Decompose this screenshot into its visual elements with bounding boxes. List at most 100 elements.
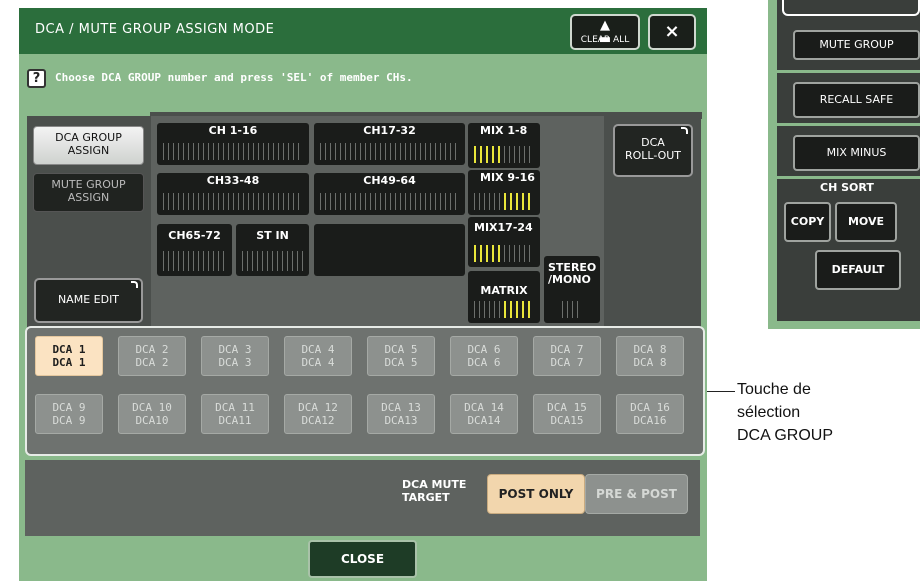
callout-line-3: DCA GROUP <box>737 427 834 444</box>
active-fader-icon <box>474 245 502 262</box>
channel-block-mix9-16[interactable]: MIX 9-16 <box>468 170 540 215</box>
dca-group-button[interactable]: DCA 11 DCA11 <box>201 394 269 434</box>
dca-group-button[interactable]: DCA 10 DCA10 <box>118 394 186 434</box>
dca-group-number: DCA 16 <box>630 401 670 414</box>
channel-block-label: MATRIX <box>480 284 528 297</box>
dca-group-button[interactable]: DCA 5 DCA 5 <box>367 336 435 376</box>
default-button[interactable]: DEFAULT <box>815 250 901 290</box>
dca-group-number: DCA 11 <box>215 401 255 414</box>
dca-group-button[interactable]: DCA 1 DCA 1 <box>35 336 103 376</box>
dca-group-button[interactable]: DCA 3 DCA 3 <box>201 336 269 376</box>
channel-block-label: CH49-64 <box>363 174 416 187</box>
dca-group-button[interactable]: DCA 2 DCA 2 <box>118 336 186 376</box>
channel-block-stereo-mono[interactable]: STEREO /MONO <box>544 256 600 323</box>
dca-group-number: DCA 8 <box>633 343 667 356</box>
dca-group-number: DCA 2 <box>135 343 169 356</box>
active-fader-icon <box>474 146 502 163</box>
ch-sort-label: CH SORT <box>820 181 874 194</box>
channel-block-label: MIX17-24 <box>474 221 533 234</box>
channel-block-mix1-8[interactable]: MIX 1-8 <box>468 123 540 168</box>
channel-block-ch17-32[interactable]: CH17-32 <box>314 123 465 165</box>
fader-strip-icon <box>504 245 534 262</box>
dca-rollout-label: DCA ROLL-OUT <box>624 136 682 162</box>
dca-group-number: DCA 3 <box>218 343 252 356</box>
clear-all-button[interactable]: ▲ ▬ CLEAR ALL <box>570 14 640 50</box>
dca-group-number: DCA 6 <box>467 343 501 356</box>
dca-group-button[interactable]: DCA 7 DCA 7 <box>533 336 601 376</box>
dca-group-button[interactable]: DCA 9 DCA 9 <box>35 394 103 434</box>
mute-group-assign-label: MUTE GROUP ASSIGN <box>51 178 126 204</box>
dca-group-button[interactable]: DCA 13 DCA13 <box>367 394 435 434</box>
move-button[interactable]: MOVE <box>835 202 897 242</box>
dca-group-button[interactable]: DCA 14 DCA14 <box>450 394 518 434</box>
dca-group-number: DCA 7 <box>550 343 584 356</box>
dca-group-button[interactable]: DCA 8 DCA 8 <box>616 336 684 376</box>
callout-line-1: Touche de <box>737 381 811 398</box>
pre-post-button[interactable]: PRE & POST <box>585 474 688 514</box>
post-only-button[interactable]: POST ONLY <box>487 474 585 514</box>
dca-group-number: DCA 5 <box>384 343 418 356</box>
channel-block-matrix[interactable]: MATRIX <box>468 271 540 323</box>
dca-group-button[interactable]: DCA 15 DCA15 <box>533 394 601 434</box>
dca-group-name: DCA 6 <box>467 356 501 369</box>
close-button[interactable]: CLOSE <box>308 540 417 578</box>
channel-block-mix17-24[interactable]: MIX17-24 <box>468 217 540 267</box>
clear-all-label: CLEAR ALL <box>580 35 630 45</box>
channel-block-st-in[interactable]: ST IN <box>236 224 309 276</box>
channel-block-ch33-48[interactable]: CH33-48 <box>157 173 309 215</box>
fader-strip-icon <box>474 301 502 318</box>
dca-group-number: DCA 13 <box>381 401 421 414</box>
dca-mute-target-label: DCA MUTE TARGET <box>402 478 467 504</box>
callout-text: Touche de sélection DCA GROUP <box>737 378 833 447</box>
dca-group-name: DCA 8 <box>633 356 667 369</box>
dca-group-number: DCA 1 <box>52 343 86 356</box>
popup-corner-icon <box>131 281 138 288</box>
dca-rollout-button[interactable]: DCA ROLL-OUT <box>613 124 693 177</box>
fader-strip-icon <box>163 251 226 271</box>
mute-group-button[interactable]: MUTE GROUP <box>793 30 920 60</box>
dca-group-button[interactable]: DCA 6 DCA 6 <box>450 336 518 376</box>
dca-group-name: DCA 5 <box>384 356 418 369</box>
highlight-frame <box>782 0 920 16</box>
recall-safe-button[interactable]: RECALL SAFE <box>793 82 920 118</box>
channel-block-label: CH 1-16 <box>208 124 258 137</box>
dca-group-name: DCA 7 <box>550 356 584 369</box>
popup-corner-icon <box>681 127 688 134</box>
close-icon[interactable]: × <box>648 14 696 50</box>
help-icon[interactable]: ? <box>27 69 46 88</box>
dca-group-name: DCA 3 <box>218 356 252 369</box>
channel-block-label: STEREO /MONO <box>548 261 597 286</box>
dca-group-button[interactable]: DCA 4 DCA 4 <box>284 336 352 376</box>
fader-strip-icon <box>562 301 578 318</box>
dca-group-number: DCA 10 <box>132 401 172 414</box>
dialog-title: DCA / MUTE GROUP ASSIGN MODE <box>35 22 275 37</box>
mix-minus-button[interactable]: MIX MINUS <box>793 135 920 171</box>
fader-strip-icon <box>163 193 303 210</box>
fader-strip-icon <box>474 193 502 210</box>
dca-group-number: DCA 14 <box>464 401 504 414</box>
dca-group-name: DCA 2 <box>135 356 169 369</box>
channel-block-ch65-72[interactable]: CH65-72 <box>157 224 232 276</box>
active-fader-icon <box>504 193 534 210</box>
channel-block-label: CH17-32 <box>363 124 416 137</box>
dca-group-name: DCA 1 <box>52 356 86 369</box>
dca-group-number: DCA 4 <box>301 343 335 356</box>
dca-group-assign-tab[interactable]: DCA GROUP ASSIGN <box>33 126 144 165</box>
dca-group-number: DCA 12 <box>298 401 338 414</box>
callout-line <box>707 391 735 392</box>
channel-block-empty <box>314 224 465 276</box>
dca-group-name: DCA13 <box>384 414 418 427</box>
channel-block-label: MIX 9-16 <box>480 171 535 184</box>
mute-group-assign-tab[interactable]: MUTE GROUP ASSIGN <box>33 173 144 212</box>
channel-block-label: MIX 1-8 <box>480 124 528 137</box>
channel-block-ch1-16[interactable]: CH 1-16 <box>157 123 309 165</box>
channel-block-label: ST IN <box>256 229 289 242</box>
dca-group-button[interactable]: DCA 16 DCA16 <box>616 394 684 434</box>
dca-group-button[interactable]: DCA 12 DCA12 <box>284 394 352 434</box>
copy-button[interactable]: COPY <box>784 202 831 242</box>
channel-block-label: CH65-72 <box>168 229 221 242</box>
dca-group-name: DCA11 <box>218 414 252 427</box>
channel-block-ch49-64[interactable]: CH49-64 <box>314 173 465 215</box>
name-edit-button[interactable]: NAME EDIT <box>34 278 143 323</box>
dca-group-assign-label: DCA GROUP ASSIGN <box>55 131 122 157</box>
